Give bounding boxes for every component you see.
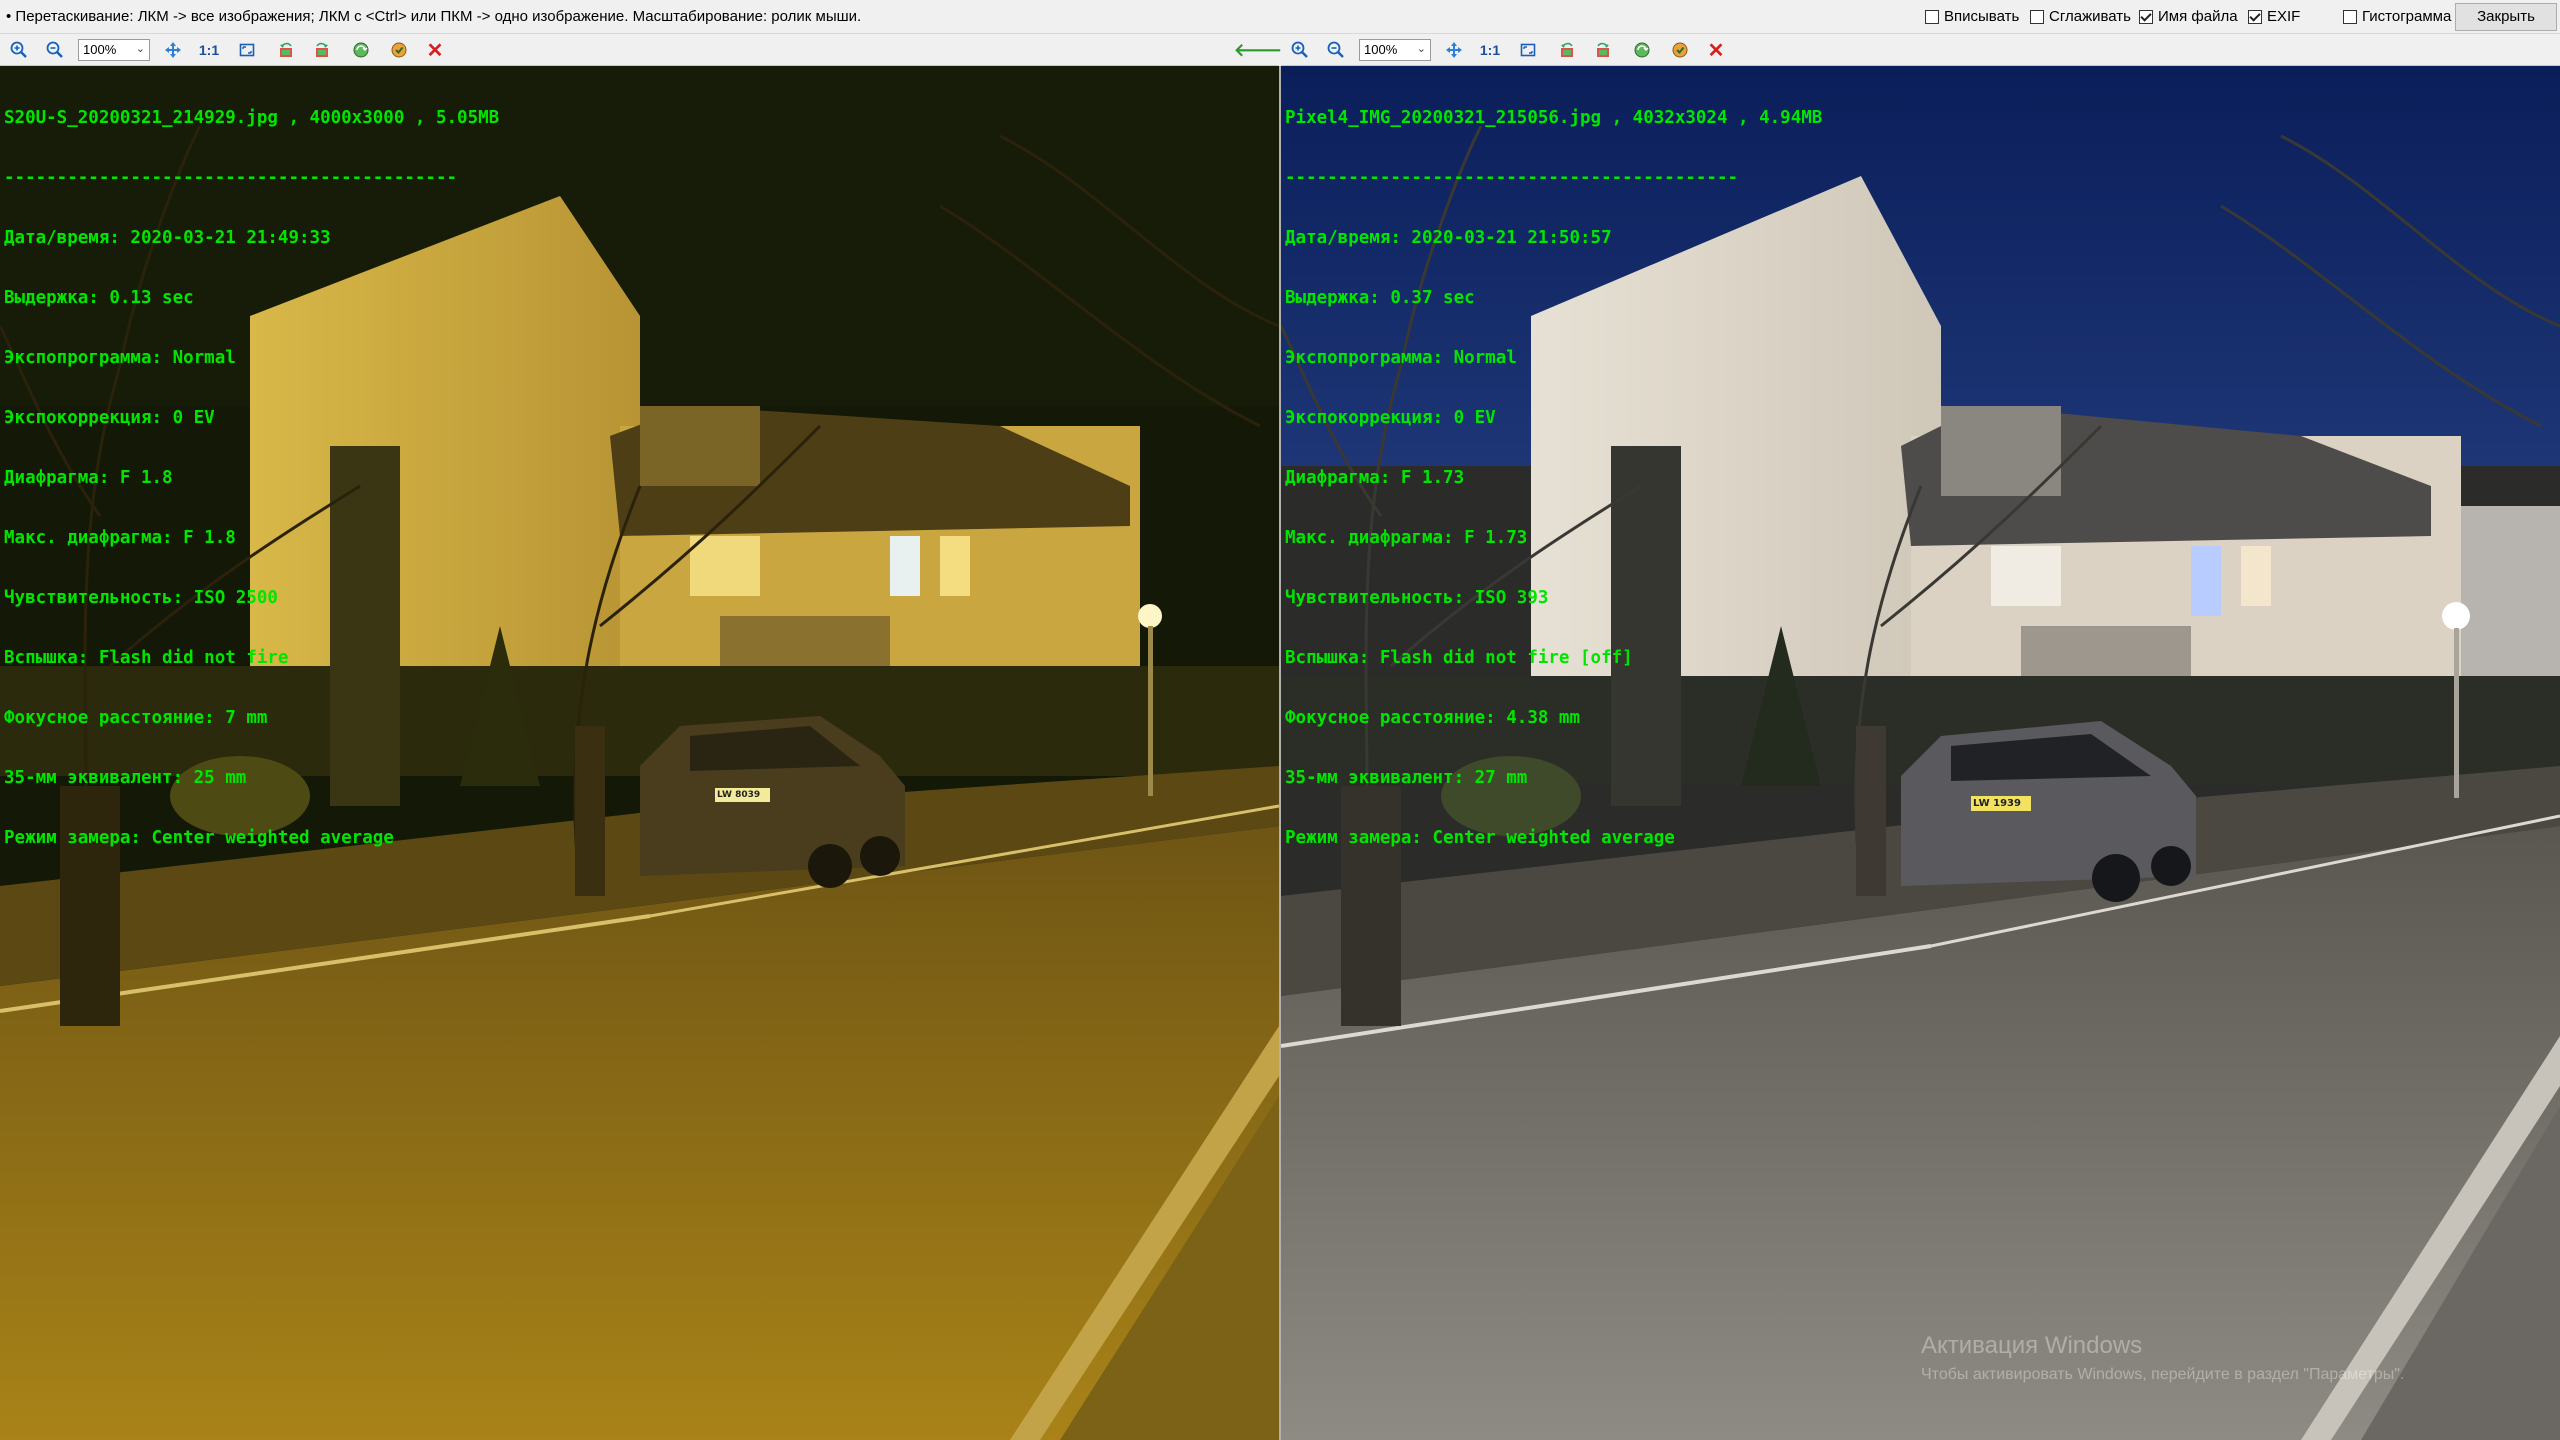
zoom-select[interactable]: 100% ⌄ [78,39,150,61]
top-info-bar: • Перетаскивание: ЛКМ -> все изображения… [0,0,2560,34]
exif-exposure: Выдержка: 0.13 sec [4,288,194,308]
actual-size-button[interactable]: 1:1 [1479,39,1501,61]
smooth-checkbox[interactable] [2030,9,2044,24]
rotate-left-icon[interactable] [275,39,297,61]
exif-aperture: Диафрагма: F 1.73 [1285,468,1465,488]
filename-option[interactable]: Имя файла [2139,8,2238,25]
exif-35mm: 35-мм эквивалент: 27 mm [1285,768,1528,788]
exif-program: Экспопрограмма: Normal [1285,348,1517,368]
smooth-label: Сглаживать [2049,8,2131,25]
sync-icon[interactable] [1631,39,1653,61]
zoom-out-icon[interactable] [44,39,66,61]
file-info: Pixel4_IMG_20200321_215056.jpg , 4032x30… [1285,108,1823,128]
move-icon[interactable] [1443,39,1465,61]
right-toolbar: 100% ⌄ 1:1 ✕ [1281,34,2560,66]
chevron-down-icon: ⌄ [135,43,145,55]
exif-iso: Чувствительность: ISO 393 [1285,588,1549,608]
zoom-out-icon[interactable] [1325,39,1347,61]
exif-aperture: Диафрагма: F 1.8 [4,468,173,488]
exif-metering: Режим замера: Center weighted average [4,828,394,848]
arrow-left-icon[interactable]: 🡐 [1234,39,1282,61]
exif-exposure: Выдержка: 0.37 sec [1285,288,1475,308]
right-image-pane[interactable]: Pixel4_IMG_20200321_215056.jpg , 4032x30… [1281,66,2560,1440]
left-exif-overlay: S20U-S_20200321_214929.jpg , 4000x3000 ,… [4,68,499,888]
save-icon[interactable] [1669,39,1691,61]
left-toolbar: 100% ⌄ 1:1 ✕ 🡐 [0,34,1282,66]
zoom-in-icon[interactable] [1289,39,1311,61]
exif-metering: Режим замера: Center weighted average [1285,828,1675,848]
zoom-select[interactable]: 100% ⌄ [1359,39,1431,61]
actual-size-button[interactable]: 1:1 [198,39,220,61]
rotate-left-icon[interactable] [1556,39,1578,61]
exif-35mm: 35-мм эквивалент: 25 mm [4,768,247,788]
sync-icon[interactable] [350,39,372,61]
exif-option[interactable]: EXIF [2248,8,2300,25]
zoom-value: 100% [1364,42,1398,57]
chevron-down-icon: ⌄ [1416,43,1426,55]
exif-flash: Вспышка: Flash did not fire [off] [1285,648,1633,668]
right-exif-overlay: Pixel4_IMG_20200321_215056.jpg , 4032x30… [1285,68,1822,888]
activation-watermark-subtitle: Чтобы активировать Windows, перейдите в … [1921,1366,2405,1383]
fit-screen-icon[interactable] [1517,39,1539,61]
exif-focal: Фокусное расстояние: 7 mm [4,708,268,728]
move-icon[interactable] [162,39,184,61]
close-image-icon[interactable]: ✕ [1705,39,1727,62]
rotate-right-icon[interactable] [1592,39,1614,61]
smooth-option[interactable]: Сглаживать [2030,8,2131,25]
fit-checkbox[interactable] [1925,9,1939,24]
exif-iso: Чувствительность: ISO 2500 [4,588,278,608]
exif-datetime: Дата/время: 2020-03-21 21:49:33 [4,228,331,248]
license-plate: LW 1939 [1973,798,2021,809]
exif-focal: Фокусное расстояние: 4.38 mm [1285,708,1581,728]
exif-program: Экспопрограмма: Normal [4,348,236,368]
exif-max-aperture: Макс. диафрагма: F 1.73 [1285,528,1528,548]
histogram-checkbox[interactable] [2343,9,2357,24]
rotate-right-icon[interactable] [311,39,333,61]
exif-datetime: Дата/время: 2020-03-21 21:50:57 [1285,228,1612,248]
fit-label: Вписывать [1944,8,2020,25]
license-plate: LW 8039 [717,790,761,800]
zoom-value: 100% [83,42,117,57]
exif-compensation: Экспокоррекция: 0 EV [1285,408,1496,428]
filename-label: Имя файла [2158,8,2238,25]
file-info: S20U-S_20200321_214929.jpg , 4000x3000 ,… [4,108,500,128]
zoom-in-icon[interactable] [8,39,30,61]
exif-checkbox[interactable] [2248,9,2262,24]
close-image-icon[interactable]: ✕ [424,39,446,62]
histogram-label: Гистограмма [2362,8,2452,25]
histogram-option[interactable]: Гистограмма [2343,8,2451,25]
usage-hint: • Перетаскивание: ЛКМ -> все изображения… [6,8,862,25]
save-icon[interactable] [388,39,410,61]
left-image-pane[interactable]: S20U-S_20200321_214929.jpg , 4000x3000 ,… [0,66,1279,1440]
separator: ----------------------------------------… [4,168,458,188]
fit-screen-icon[interactable] [236,39,258,61]
exif-flash: Вспышка: Flash did not fire [4,648,289,668]
separator: ----------------------------------------… [1285,168,1739,188]
exif-max-aperture: Макс. диафрагма: F 1.8 [4,528,236,548]
fit-option[interactable]: Вписывать [1925,8,2019,25]
exif-compensation: Экспокоррекция: 0 EV [4,408,215,428]
activation-watermark-title: Активация Windows [1921,1332,2143,1359]
exif-label: EXIF [2267,8,2301,25]
filename-checkbox[interactable] [2139,9,2153,24]
close-button[interactable]: Закрыть [2455,3,2557,31]
